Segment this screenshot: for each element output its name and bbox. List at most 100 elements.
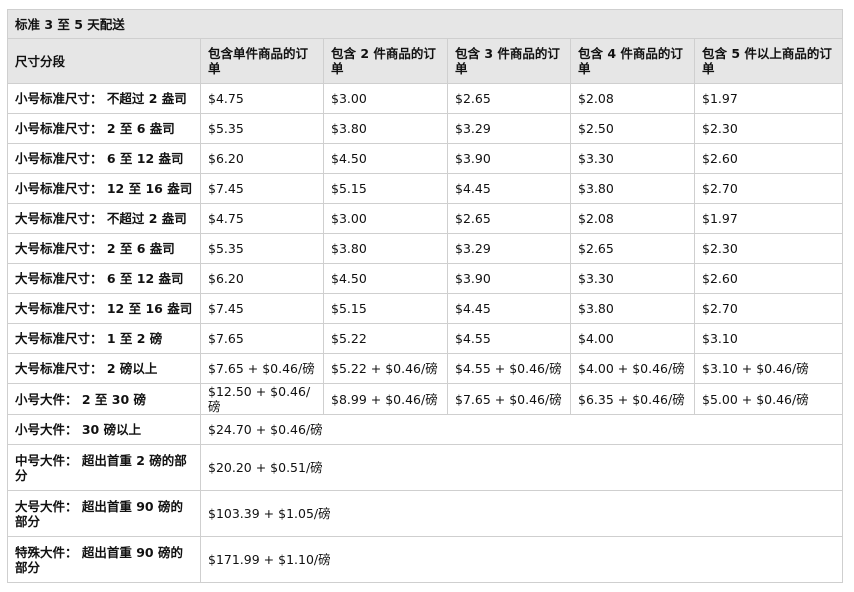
fee-cell: $4.45 bbox=[447, 293, 571, 324]
table-row: 大号标准尺寸： 12 至 16 盎司 $7.45 $5.15 $4.45 $3.80 $2… bbox=[7, 293, 844, 324]
fee-cell: $3.80 bbox=[570, 293, 695, 324]
table-row: 小号标准尺寸： 6 至 12 盎司 $6.20 $4.50 $3.90 $3.30 $2.… bbox=[7, 143, 844, 174]
fee-cell: $4.00 bbox=[570, 323, 695, 354]
fee-cell: $2.60 bbox=[693, 263, 844, 294]
fee-cell: $3.00 bbox=[323, 203, 448, 234]
fee-cell: $5.00 + $0.46/磅 bbox=[693, 383, 844, 415]
fee-cell: $3.90 bbox=[447, 143, 571, 174]
fee-cell: $3.29 bbox=[447, 113, 571, 144]
table-row: 特殊大件： 超出首重 90 磅的部分 $171.99 + $1.10/磅 bbox=[7, 536, 844, 583]
size-tier-label: 中号大件： 超出首重 2 磅的部分 bbox=[7, 444, 201, 491]
size-tier-label: 大号标准尺寸： 1 至 2 磅 bbox=[7, 323, 201, 354]
table-row: 大号标准尺寸： 6 至 12 盎司 $6.20 $4.50 $3.90 $3.30 $2.… bbox=[7, 263, 844, 294]
fee-cell: $6.35 + $0.46/磅 bbox=[570, 383, 695, 415]
header-four-items: 包含 4 件商品的订单 bbox=[570, 38, 695, 84]
header-five-plus-items: 包含 5 件以上商品的订单 bbox=[693, 38, 844, 84]
size-tier-label: 小号标准尺寸： 12 至 16 盎司 bbox=[7, 173, 201, 204]
table-row: 小号标准尺寸： 不超过 2 盎司 $4.75 $3.00 $2.65 $2.08 $1.9… bbox=[7, 83, 844, 114]
fee-cell: $4.55 + $0.46/磅 bbox=[447, 353, 571, 384]
fee-cell: $2.60 bbox=[693, 143, 844, 174]
fee-cell: $3.80 bbox=[570, 173, 695, 204]
fee-cell: $7.65 bbox=[200, 323, 324, 354]
table-row: 大号标准尺寸： 不超过 2 盎司 $4.75 $3.00 $2.65 $2.08 $1.9… bbox=[7, 203, 844, 234]
fee-cell: $4.50 bbox=[323, 263, 448, 294]
fee-cell: $12.50 + $0.46/磅 bbox=[200, 383, 324, 415]
fee-cell: $20.20 + $0.51/磅 bbox=[199, 444, 844, 491]
fee-cell: $24.70 + $0.46/磅 bbox=[199, 414, 844, 445]
size-tier-label: 小号大件： 30 磅以上 bbox=[7, 414, 201, 445]
fee-cell: $6.20 bbox=[200, 263, 324, 294]
fee-cell: $7.65 + $0.46/磅 bbox=[447, 383, 571, 415]
size-tier-label: 大号大件： 超出首重 90 磅的部分 bbox=[7, 490, 201, 537]
fee-cell: $1.97 bbox=[693, 203, 844, 234]
fee-cell: $4.50 bbox=[323, 143, 448, 174]
fee-cell: $3.30 bbox=[570, 143, 695, 174]
fee-cell: $5.35 bbox=[200, 113, 324, 144]
fee-cell: $7.65 + $0.46/磅 bbox=[200, 353, 324, 384]
fee-table-container: 标准 3 至 5 天配送 尺寸分段 包含单件商品的订单 包含 2 件商品的订单 … bbox=[6, 9, 844, 583]
header-single-item: 包含单件商品的订单 bbox=[200, 38, 324, 84]
size-tier-label: 小号大件： 2 至 30 磅 bbox=[7, 383, 201, 415]
fee-cell: $4.75 bbox=[200, 203, 324, 234]
fee-cell: $4.45 bbox=[447, 173, 571, 204]
fee-cell: $2.30 bbox=[693, 113, 844, 144]
size-tier-label: 大号标准尺寸： 不超过 2 盎司 bbox=[7, 203, 201, 234]
fee-cell: $1.97 bbox=[693, 83, 844, 114]
table-caption-row: 标准 3 至 5 天配送 bbox=[6, 9, 844, 39]
fee-cell: $2.70 bbox=[693, 173, 844, 204]
fee-cell: $2.08 bbox=[570, 203, 695, 234]
fee-cell: $2.50 bbox=[570, 113, 695, 144]
fee-cell: $4.75 bbox=[200, 83, 324, 114]
table-row: 小号标准尺寸： 12 至 16 盎司 $7.45 $5.15 $4.45 $3.80 $2… bbox=[7, 173, 844, 204]
fee-cell: $6.20 bbox=[200, 143, 324, 174]
fee-cell: $3.80 bbox=[323, 113, 448, 144]
fee-cell: $2.65 bbox=[447, 83, 571, 114]
size-tier-label: 小号标准尺寸： 2 至 6 盎司 bbox=[7, 113, 201, 144]
fee-cell: $3.00 bbox=[323, 83, 448, 114]
header-row: 尺寸分段 包含单件商品的订单 包含 2 件商品的订单 包含 3 件商品的订单 包… bbox=[7, 38, 844, 84]
table-row: 小号大件： 30 磅以上 $24.70 + $0.46/磅 bbox=[7, 414, 844, 445]
fee-cell: $5.15 bbox=[323, 173, 448, 204]
fee-cell: $3.90 bbox=[447, 263, 571, 294]
fee-cell: $2.70 bbox=[693, 293, 844, 324]
fee-cell: $2.65 bbox=[570, 233, 695, 264]
fee-cell: $3.10 + $0.46/磅 bbox=[693, 353, 844, 384]
fee-cell: $3.10 bbox=[693, 323, 844, 354]
fee-cell: $2.08 bbox=[570, 83, 695, 114]
size-tier-label: 小号标准尺寸： 6 至 12 盎司 bbox=[7, 143, 201, 174]
fee-cell: $7.45 bbox=[200, 173, 324, 204]
table-row: 大号标准尺寸： 1 至 2 磅 $7.65 $5.22 $4.55 $4.00 $3.10 bbox=[7, 323, 844, 354]
table-row: 大号标准尺寸： 2 至 6 盎司 $5.35 $3.80 $3.29 $2.65 $2.3… bbox=[7, 233, 844, 264]
fee-cell: $4.00 + $0.46/磅 bbox=[570, 353, 695, 384]
fee-cell: $2.30 bbox=[693, 233, 844, 264]
size-tier-label: 大号标准尺寸： 2 至 6 盎司 bbox=[7, 233, 201, 264]
size-tier-label: 大号标准尺寸： 6 至 12 盎司 bbox=[7, 263, 201, 294]
table-row: 大号标准尺寸： 2 磅以上 $7.65 + $0.46/磅 $5.22 + $0.4… bbox=[7, 353, 844, 384]
fee-cell: $2.65 bbox=[447, 203, 571, 234]
fee-cell: $5.35 bbox=[200, 233, 324, 264]
fee-cell: $3.80 bbox=[323, 233, 448, 264]
table-caption: 标准 3 至 5 天配送 bbox=[6, 9, 844, 39]
size-tier-label: 大号标准尺寸： 12 至 16 盎司 bbox=[7, 293, 201, 324]
table-row: 小号大件： 2 至 30 磅 $12.50 + $0.46/磅 $8.99 + $0… bbox=[7, 383, 844, 415]
header-three-items: 包含 3 件商品的订单 bbox=[447, 38, 571, 84]
size-tier-label: 小号标准尺寸： 不超过 2 盎司 bbox=[7, 83, 201, 114]
fee-cell: $4.55 bbox=[447, 323, 571, 354]
fee-cell: $3.30 bbox=[570, 263, 695, 294]
table-row: 中号大件： 超出首重 2 磅的部分 $20.20 + $0.51/磅 bbox=[7, 444, 844, 491]
fee-table: 标准 3 至 5 天配送 尺寸分段 包含单件商品的订单 包含 2 件商品的订单 … bbox=[6, 9, 844, 583]
fee-cell: $7.45 bbox=[200, 293, 324, 324]
fee-cell: $103.39 + $1.05/磅 bbox=[199, 490, 844, 537]
header-two-items: 包含 2 件商品的订单 bbox=[323, 38, 448, 84]
table-row: 大号大件： 超出首重 90 磅的部分 $103.39 + $1.05/磅 bbox=[7, 490, 844, 537]
fee-cell: $5.15 bbox=[323, 293, 448, 324]
header-size-tier: 尺寸分段 bbox=[7, 38, 201, 84]
size-tier-label: 特殊大件： 超出首重 90 磅的部分 bbox=[7, 536, 201, 583]
fee-cell: $3.29 bbox=[447, 233, 571, 264]
fee-cell: $171.99 + $1.10/磅 bbox=[199, 536, 844, 583]
table-row: 小号标准尺寸： 2 至 6 盎司 $5.35 $3.80 $3.29 $2.50 $2.3… bbox=[7, 113, 844, 144]
size-tier-label: 大号标准尺寸： 2 磅以上 bbox=[7, 353, 201, 384]
fee-cell: $5.22 bbox=[323, 323, 448, 354]
fee-cell: $5.22 + $0.46/磅 bbox=[323, 353, 448, 384]
fee-cell: $8.99 + $0.46/磅 bbox=[323, 383, 448, 415]
